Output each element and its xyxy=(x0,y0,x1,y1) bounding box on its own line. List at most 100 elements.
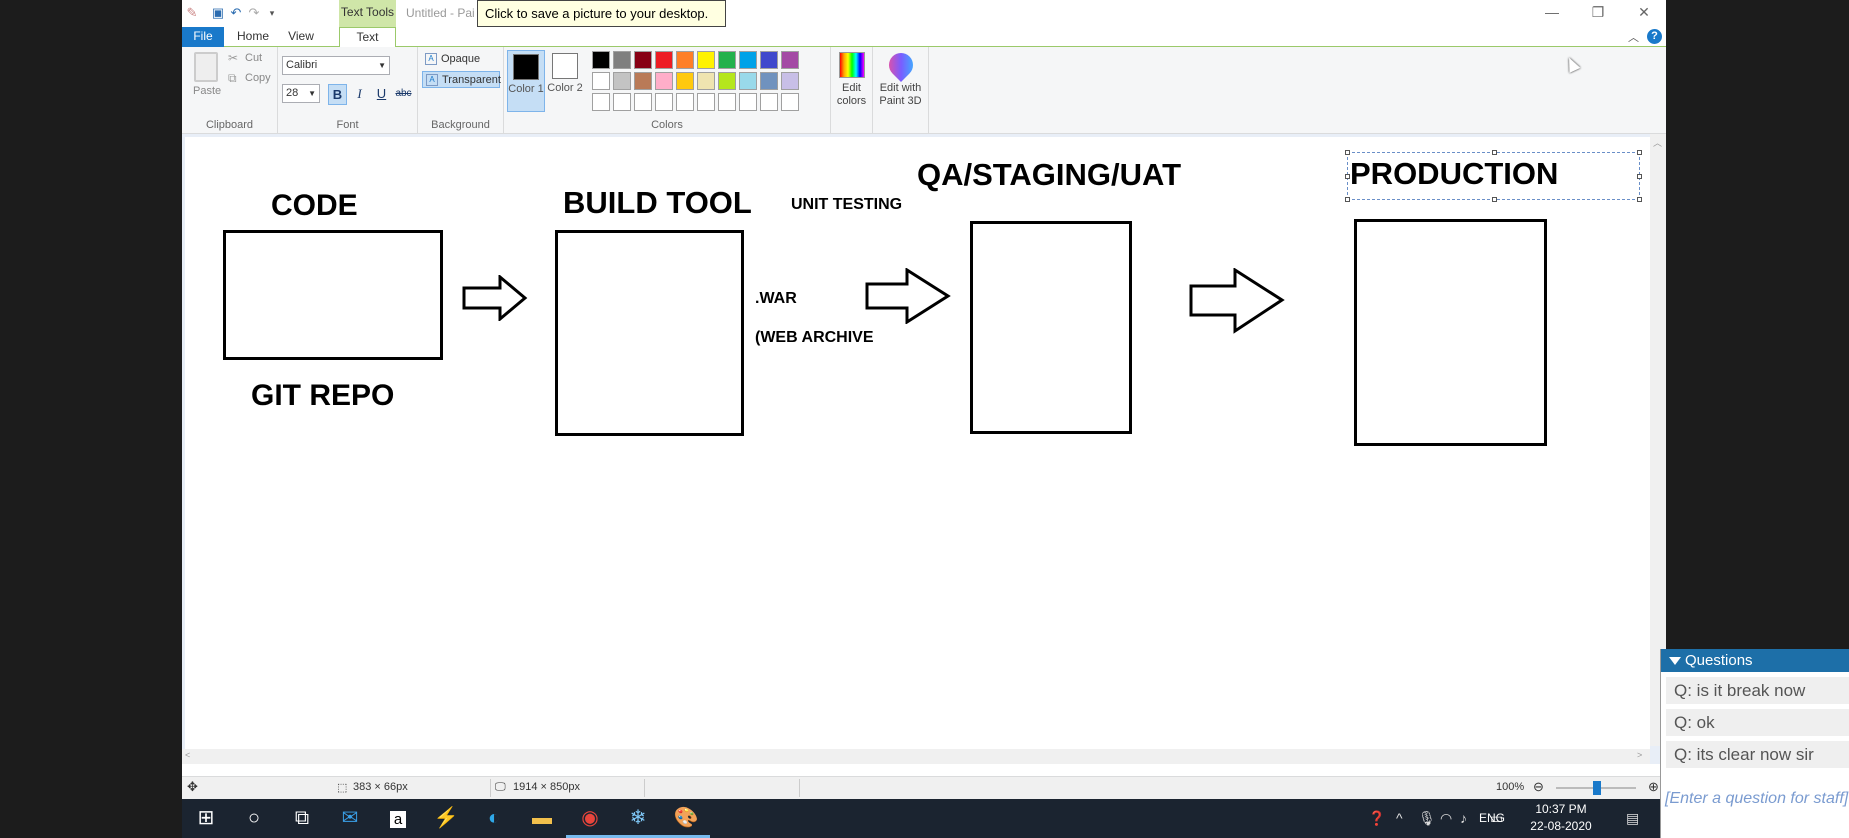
edit-colors-button[interactable]: Edit colors xyxy=(831,82,872,108)
mail-icon[interactable]: ✉ xyxy=(326,799,374,838)
opaque-option[interactable]: A Opaque xyxy=(422,51,500,68)
resize-handle[interactable] xyxy=(1637,150,1642,155)
resize-handle[interactable] xyxy=(1345,197,1350,202)
resize-handle[interactable] xyxy=(1492,197,1497,202)
help-tray-icon[interactable]: ❓ xyxy=(1368,810,1385,827)
tab-text[interactable]: Text xyxy=(339,27,396,48)
scroll-right-icon[interactable]: > xyxy=(1637,750,1642,760)
minimize-button[interactable]: — xyxy=(1532,0,1572,27)
color1-button[interactable]: Color 1 xyxy=(507,50,545,112)
customize-qat-icon[interactable]: ▾ xyxy=(264,5,280,21)
paste-label[interactable]: Paste xyxy=(193,85,221,97)
font-family-select[interactable]: Calibri ▼ xyxy=(282,56,390,75)
volume-icon[interactable]: ♪ xyxy=(1460,810,1467,826)
task-view-icon[interactable]: ⧉ xyxy=(278,799,326,838)
collapse-ribbon-icon[interactable]: ︿ xyxy=(1628,29,1639,45)
restore-button[interactable]: ❐ xyxy=(1578,0,1618,27)
palette-swatch[interactable] xyxy=(697,51,715,69)
zoom-out-icon[interactable]: ⊖ xyxy=(1533,779,1544,795)
file-explorer-icon[interactable]: ▬ xyxy=(518,799,566,838)
palette-swatch[interactable] xyxy=(760,93,778,111)
palette-swatch[interactable] xyxy=(760,72,778,90)
strikethrough-button[interactable]: abc xyxy=(394,84,413,105)
palette-swatch[interactable] xyxy=(697,72,715,90)
palette-swatch[interactable] xyxy=(655,51,673,69)
paint-icon[interactable]: 🎨 xyxy=(662,799,710,838)
paste-icon[interactable] xyxy=(194,52,218,82)
palette-swatch[interactable] xyxy=(781,51,799,69)
power-automate-icon[interactable]: ⚡ xyxy=(422,799,470,838)
palette-swatch[interactable] xyxy=(760,51,778,69)
palette-swatch[interactable] xyxy=(718,72,736,90)
selection-size-icon: ⬚ xyxy=(337,782,348,794)
undo-icon[interactable]: ↶ xyxy=(228,5,244,21)
resize-handle[interactable] xyxy=(1345,150,1350,155)
bold-button[interactable]: B xyxy=(328,84,347,105)
palette-swatch[interactable] xyxy=(697,93,715,111)
palette-swatch[interactable] xyxy=(592,93,610,111)
palette-swatch[interactable] xyxy=(676,93,694,111)
palette-swatch[interactable] xyxy=(592,51,610,69)
redo-icon[interactable]: ↷ xyxy=(246,5,262,21)
zoom-in-icon[interactable]: ⊕ xyxy=(1648,779,1659,795)
edge-icon[interactable]: ◐ xyxy=(470,799,518,838)
resize-handle[interactable] xyxy=(1637,174,1642,179)
palette-swatch[interactable] xyxy=(739,51,757,69)
scroll-up-icon[interactable]: ︿ xyxy=(1653,136,1662,149)
questions-header[interactable]: Questions xyxy=(1661,649,1849,672)
help-icon[interactable]: ? xyxy=(1647,29,1662,44)
color-spectrum-icon[interactable] xyxy=(839,52,865,78)
edit-with-paint3d-button[interactable]: Edit with Paint 3D xyxy=(873,82,928,108)
palette-swatch[interactable] xyxy=(781,93,799,111)
scroll-left-icon[interactable]: < xyxy=(185,750,190,760)
transparent-option[interactable]: A Transparent xyxy=(422,71,501,88)
amazon-icon[interactable]: a xyxy=(374,799,422,838)
palette-swatch[interactable] xyxy=(655,72,673,90)
save-icon[interactable]: ▣ xyxy=(210,5,226,21)
zoom-slider-thumb[interactable] xyxy=(1593,781,1601,795)
cut-button[interactable]: Cut xyxy=(245,52,262,64)
tab-file[interactable]: File xyxy=(182,27,224,47)
palette-swatch[interactable] xyxy=(634,93,652,111)
palette-swatch[interactable] xyxy=(613,93,631,111)
chrome-icon[interactable]: ◉ xyxy=(566,799,614,838)
search-icon[interactable]: ○ xyxy=(230,799,278,838)
drawing-canvas[interactable]: CODE GIT REPO BUILD TOOL UNIT TESTING .W… xyxy=(185,137,1650,749)
paint3d-icon[interactable] xyxy=(884,48,918,82)
palette-swatch[interactable] xyxy=(613,51,631,69)
palette-swatch[interactable] xyxy=(739,93,757,111)
palette-swatch[interactable] xyxy=(676,51,694,69)
palette-swatch[interactable] xyxy=(739,72,757,90)
palette-swatch[interactable] xyxy=(613,72,631,90)
palette-swatch[interactable] xyxy=(634,72,652,90)
underline-button[interactable]: U xyxy=(372,84,391,105)
copy-button[interactable]: Copy xyxy=(245,72,271,84)
palette-swatch[interactable] xyxy=(676,72,694,90)
wifi-icon[interactable]: ◠ xyxy=(1440,810,1452,827)
close-button[interactable]: ✕ xyxy=(1624,0,1664,27)
text-selection-box[interactable] xyxy=(1345,150,1642,202)
color2-button[interactable]: Color 2 xyxy=(546,50,584,112)
italic-button[interactable]: I xyxy=(350,84,369,105)
resize-handle[interactable] xyxy=(1345,174,1350,179)
clock[interactable]: 10:37 PM 22-08-2020 xyxy=(1528,801,1594,835)
palette-swatch[interactable] xyxy=(592,72,610,90)
notification-icon[interactable]: ▤ xyxy=(1626,810,1639,827)
palette-swatch[interactable] xyxy=(781,72,799,90)
question-input[interactable]: [Enter a question for staff] xyxy=(1665,790,1848,808)
resize-handle[interactable] xyxy=(1637,197,1642,202)
microphone-icon[interactable]: 🎙 xyxy=(1418,810,1436,827)
tab-view[interactable]: View xyxy=(282,27,320,47)
windows-start-icon[interactable]: ⊞ xyxy=(182,799,230,838)
palette-swatch[interactable] xyxy=(718,51,736,69)
tab-home[interactable]: Home xyxy=(232,27,274,47)
font-size-select[interactable]: 28 ▼ xyxy=(282,84,320,103)
chevron-up-icon[interactable]: ^ xyxy=(1396,810,1403,826)
palette-swatch[interactable] xyxy=(718,93,736,111)
language-indicator[interactable]: ENG xyxy=(1479,811,1505,825)
palette-swatch[interactable] xyxy=(655,93,673,111)
snowflake-app-icon[interactable]: ❄ xyxy=(614,799,662,838)
palette-swatch[interactable] xyxy=(634,51,652,69)
horizontal-scrollbar[interactable]: < > xyxy=(182,749,1650,764)
resize-handle[interactable] xyxy=(1492,150,1497,155)
